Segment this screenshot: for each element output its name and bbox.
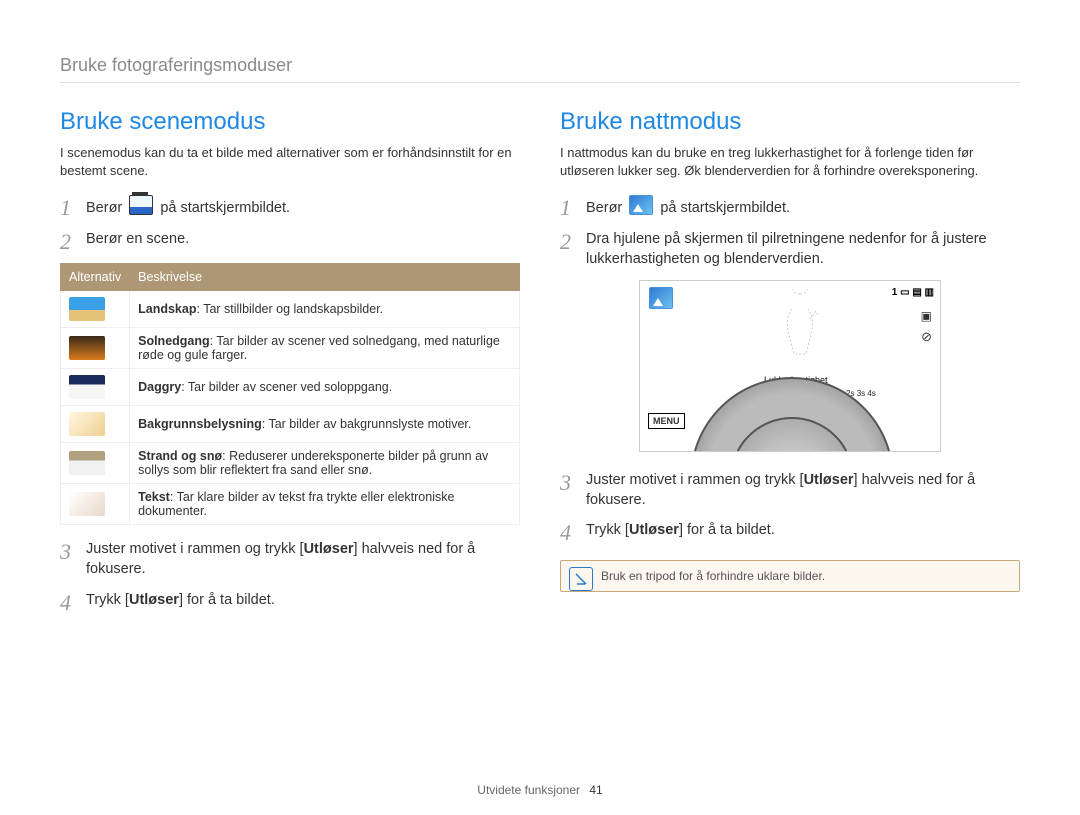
step-text: Berør på startskjermbildet. (86, 195, 520, 218)
scene-step-1: 1 Berør på startskjermbildet. (60, 195, 520, 219)
night-step-3: 3 Juster motivet i rammen og trykk [Utlø… (560, 470, 1020, 511)
page-number: 41 (589, 783, 602, 797)
scene-desc: I scenemodus kan du ta et bilde med alte… (60, 144, 520, 179)
col-night-mode: Bruke nattmodus I nattmodus kan du bruke… (560, 108, 1020, 624)
status-bar: 1 ▭ ▤ ▥ (892, 287, 934, 298)
step-text: Trykk [Utløser] for å ta bildet. (86, 590, 520, 610)
step-text: Juster motivet i rammen og trykk [Utløse… (586, 470, 1020, 511)
col-alternative: Alternativ (61, 264, 130, 291)
camera-lcd-preview: 1 ▭ ▤ ▥ ▣ ⊘ Lukkerhastighet Auto Auto 1s… (639, 280, 941, 452)
tip-note: Bruk en tripod for å forhindre uklare bi… (560, 560, 1020, 592)
step-number: 1 (60, 195, 86, 219)
scene-table: Alternativ Beskrivelse Landskap: Tar sti… (60, 263, 520, 525)
col-description: Beskrivelse (130, 264, 520, 291)
table-row: Tekst: Tar klare bilder av tekst fra try… (61, 484, 520, 525)
night-step-4: 4 Trykk [Utløser] for å ta bildet. (560, 520, 1020, 544)
night-mode-icon (629, 195, 653, 215)
scene-step-4: 4 Trykk [Utløser] for å ta bildet. (60, 590, 520, 614)
ev-icon: ▣ (921, 309, 932, 323)
night-step-2: 2 Dra hjulene på skjermen til pilretning… (560, 229, 1020, 270)
step-number: 3 (560, 470, 586, 494)
night-desc: I nattmodus kan du bruke en treg lukkerh… (560, 144, 1020, 179)
night-mode-icon (649, 287, 673, 309)
silhouette-icon (780, 289, 820, 359)
backlit-icon (69, 412, 105, 436)
aperture-dial (730, 417, 854, 452)
page-footer: Utvidete funksjoner 41 (0, 783, 1080, 797)
step-number: 1 (560, 195, 586, 219)
table-row: Landskap: Tar stillbilder og landskapsbi… (61, 291, 520, 328)
note-icon (569, 567, 593, 591)
battery-icon: ▭ ▤ ▥ (900, 287, 934, 298)
scene-steps: 1 Berør på startskjermbildet. 2 Berør en… (60, 195, 520, 253)
step-text: Berør en scene. (86, 229, 520, 249)
step-number: 4 (560, 520, 586, 544)
footer-section: Utvidete funksjoner (477, 783, 580, 797)
step-number: 2 (60, 229, 86, 253)
landscape-icon (69, 297, 105, 321)
night-step-1: 1 Berør på startskjermbildet. (560, 195, 1020, 219)
table-row: Solnedgang: Tar bilder av scener ved sol… (61, 328, 520, 369)
step-text: Juster motivet i rammen og trykk [Utløse… (86, 539, 520, 580)
col-scene-mode: Bruke scenemodus I scenemodus kan du ta … (60, 108, 520, 624)
scene-step-3: 3 Juster motivet i rammen og trykk [Utlø… (60, 539, 520, 580)
content-columns: Bruke scenemodus I scenemodus kan du ta … (60, 108, 1020, 624)
table-row: Strand og snø: Reduserer undereksponerte… (61, 443, 520, 484)
night-steps: 1 Berør på startskjermbildet. 2 Dra hjul… (560, 195, 1020, 270)
beach-snow-icon (69, 451, 105, 475)
breadcrumb: Bruke fotograferingsmoduser (60, 55, 1020, 83)
flash-off-icon: ⊘ (921, 329, 932, 345)
table-row: Daggry: Tar bilder av scener ved soloppg… (61, 369, 520, 406)
text-icon (69, 492, 105, 516)
night-steps-cont: 3 Juster motivet i rammen og trykk [Utlø… (560, 470, 1020, 545)
table-row: Bakgrunnsbelysning: Tar bilder av bakgru… (61, 406, 520, 443)
scene-step-2: 2 Berør en scene. (60, 229, 520, 253)
step-number: 2 (560, 229, 586, 253)
night-title: Bruke nattmodus (560, 108, 1020, 136)
step-number: 4 (60, 590, 86, 614)
step-number: 3 (60, 539, 86, 563)
note-text: Bruk en tripod for å forhindre uklare bi… (601, 569, 825, 583)
scene-title: Bruke scenemodus (60, 108, 520, 136)
step-text: Trykk [Utløser] for å ta bildet. (586, 520, 1020, 540)
step-text: Berør på startskjermbildet. (586, 195, 1020, 218)
scene-steps-cont: 3 Juster motivet i rammen og trykk [Utlø… (60, 539, 520, 614)
menu-button: MENU (648, 413, 685, 429)
dawn-icon (69, 375, 105, 399)
step-text: Dra hjulene på skjermen til pilretningen… (586, 229, 1020, 270)
sunset-icon (69, 336, 105, 360)
manual-page: Bruke fotograferingsmoduser Bruke scenem… (0, 0, 1080, 815)
scn-mode-icon (129, 195, 153, 215)
